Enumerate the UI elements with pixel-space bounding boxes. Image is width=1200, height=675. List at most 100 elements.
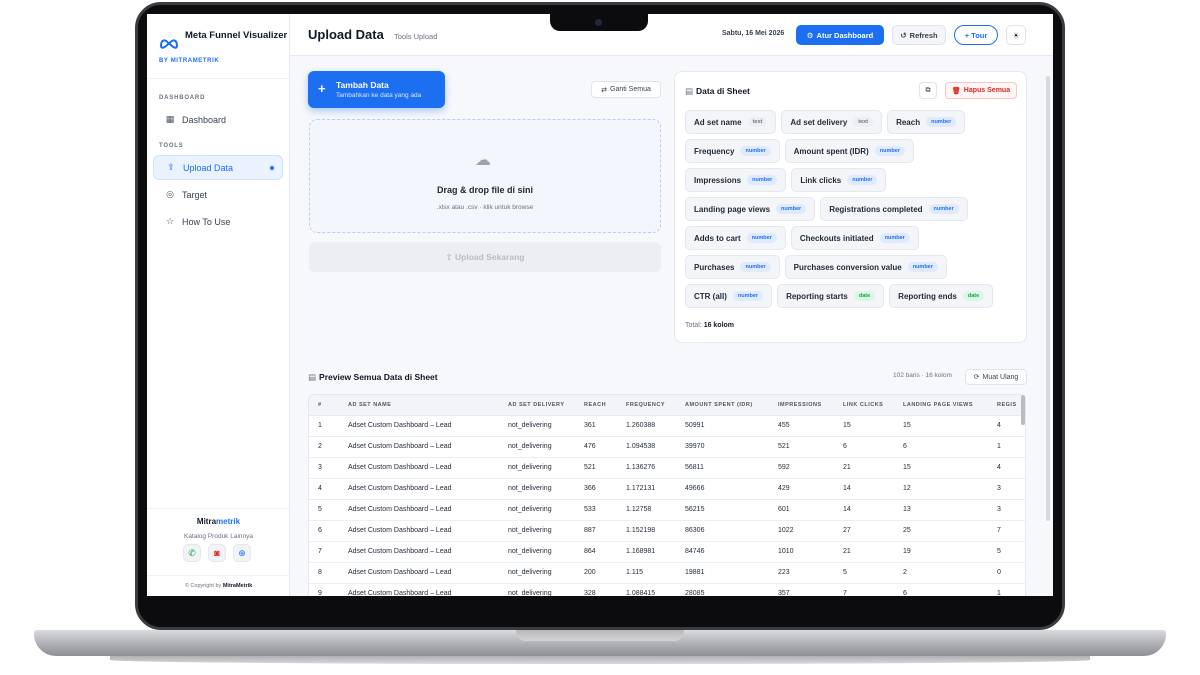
table-cell: 5 (834, 562, 894, 584)
target-icon: ◎ (166, 189, 174, 199)
app-screen: Meta Funnel Visualizer BY MITRAMETRIK DA… (147, 14, 1053, 596)
table-cell: 1.260388 (617, 415, 676, 437)
total-prefix: Total: (685, 322, 702, 329)
table-cell: 357 (769, 583, 834, 596)
column-chip[interactable]: Registrations completed number (820, 197, 968, 221)
column-header[interactable]: IMPRESSIONS (769, 395, 834, 416)
sidebar: Meta Funnel Visualizer BY MITRAMETRIK DA… (147, 14, 290, 596)
social-links: ✆ ◙ ⊕ (183, 544, 251, 562)
column-type-badge: text (747, 117, 768, 127)
add-data-button[interactable]: + Tambah Data Tambahkan ke data yang ada (308, 71, 445, 108)
column-type-badge: number (740, 262, 771, 272)
column-header[interactable]: LINK CLICKS (834, 395, 894, 416)
table-scrollbar[interactable] (1021, 395, 1025, 425)
laptop-shadow (110, 656, 1090, 664)
table-cell: 9 (309, 583, 339, 596)
table-cell: 200 (575, 562, 617, 584)
table-cell: 13 (894, 499, 988, 521)
table-row[interactable]: 9 Adset Custom Dashboard – Lead not_delive… (309, 583, 1025, 596)
globe-icon[interactable]: ⊕ (233, 544, 251, 562)
column-chip-name: Checkouts initiated (799, 233, 874, 243)
column-chip-name: Link clicks (800, 175, 842, 185)
column-header[interactable]: AD SET DELIVERY (499, 395, 575, 416)
column-chip[interactable]: Link clicks number (791, 168, 887, 192)
theme-toggle-sun-icon[interactable]: ☀ (1006, 25, 1026, 45)
column-header[interactable]: LANDING PAGE VIEWS (894, 395, 988, 416)
table-cell: 455 (769, 415, 834, 437)
sidebar-item-target[interactable]: ◎ Target (153, 182, 283, 207)
top-header: Upload Data Tools Upload Sabtu, 16 Mei 2… (290, 14, 1053, 56)
whatsapp-icon[interactable]: ✆ (183, 544, 201, 562)
column-chip[interactable]: Checkouts initiated number (790, 226, 919, 250)
column-chip[interactable]: Reporting ends date (889, 284, 994, 308)
column-header[interactable]: # (309, 395, 339, 416)
reload-button[interactable]: ⟳ Muat Ulang (965, 369, 1027, 385)
table-cell: 1022 (769, 520, 834, 542)
table-cell: 1.094538 (617, 436, 676, 458)
section-label-tools: TOOLS (159, 143, 184, 149)
column-header[interactable]: REACH (575, 395, 617, 416)
sidebar-item-upload-data[interactable]: ⇪ Upload Data (153, 155, 283, 180)
table-cell: 15 (894, 457, 988, 479)
sidebar-item-how-to-use[interactable]: ☆ How To Use (153, 209, 283, 234)
page-scrollbar[interactable] (1046, 76, 1050, 521)
reload-icon: ⟳ (973, 374, 980, 381)
column-chip[interactable]: Amount spent (IDR) number (784, 139, 914, 163)
sidebar-item-dashboard[interactable]: ▦ Dashboard (153, 107, 283, 132)
table-cell: 3 (309, 457, 339, 479)
column-type-badge: number (928, 204, 959, 214)
table-cell: Adset Custom Dashboard – Lead (339, 520, 499, 542)
file-dropzone[interactable]: ☁ Drag & drop file di sini .xlsx atau .c… (309, 119, 661, 233)
atur-dashboard-button[interactable]: ⚙ Atur Dashboard (796, 25, 884, 45)
column-chip[interactable]: Purchases number (685, 255, 780, 279)
tour-button[interactable]: + Tour (954, 25, 998, 45)
column-chip[interactable]: Reporting starts date (777, 284, 885, 308)
table-row[interactable]: 7 Adset Custom Dashboard – Lead not_delive… (309, 541, 1025, 563)
footer-brand-a: Mitra (196, 517, 217, 526)
column-chip[interactable]: Ad set delivery text (781, 110, 883, 134)
table-cell: 25 (894, 520, 988, 542)
table-cell: 86306 (676, 520, 769, 542)
copy-icon[interactable]: ⧉ (919, 82, 937, 99)
column-chip[interactable]: Ad set name text (685, 110, 777, 134)
column-chip[interactable]: CTR (all) number (685, 284, 773, 308)
table-cell: 5 (309, 499, 339, 521)
table-row[interactable]: 3 Adset Custom Dashboard – Lead not_delive… (309, 457, 1025, 479)
table-cell: Adset Custom Dashboard – Lead (339, 457, 499, 479)
column-chip[interactable]: Impressions number (685, 168, 787, 192)
preview-table-container[interactable]: # AD SET NAME AD SET DELIVERY REACH FREQUENC… (308, 394, 1026, 596)
column-header[interactable]: AMOUNT SPENT (IDR) (676, 395, 769, 416)
star-icon: ☆ (165, 216, 175, 226)
table-row[interactable]: 1 Adset Custom Dashboard – Lead not_delive… (309, 415, 1025, 437)
upload-now-button[interactable]: ⇧ Upload Sekarang (309, 242, 661, 272)
column-chip[interactable]: Landing page views number (685, 197, 816, 221)
add-data-subtitle: Tambahkan ke data yang ada (336, 92, 422, 99)
column-total: Total: 16 kolom (685, 322, 734, 329)
column-header[interactable]: AD SET NAME (339, 395, 499, 416)
table-cell: 39970 (676, 436, 769, 458)
table-cell: not_delivering (499, 520, 575, 542)
column-chip[interactable]: Reach number (887, 110, 966, 134)
column-header[interactable]: FREQUENCY (617, 395, 676, 416)
table-cell: 476 (575, 436, 617, 458)
table-row[interactable]: 5 Adset Custom Dashboard – Lead not_delive… (309, 499, 1025, 521)
replace-icon: ⇄ (601, 86, 607, 94)
table-row[interactable]: 8 Adset Custom Dashboard – Lead not_delive… (309, 562, 1025, 584)
table-cell: 7 (988, 520, 1025, 542)
column-type-badge: number (874, 146, 905, 156)
column-chip-name: CTR (all) (694, 291, 727, 301)
column-chip[interactable]: Purchases conversion value number (784, 255, 947, 279)
column-chip[interactable]: Frequency number (685, 139, 780, 163)
table-cell: 2 (894, 562, 988, 584)
refresh-button[interactable]: ↺ Refresh (892, 25, 946, 45)
table-row[interactable]: 6 Adset Custom Dashboard – Lead not_delive… (309, 520, 1025, 542)
column-type-badge: date (853, 291, 876, 301)
delete-all-button[interactable]: 🗑 Hapus Semua (945, 82, 1017, 99)
column-type-badge: number (740, 146, 771, 156)
replace-all-button[interactable]: ⇄ Ganti Semua (591, 81, 661, 98)
table-row[interactable]: 2 Adset Custom Dashboard – Lead not_delive… (309, 436, 1025, 458)
instagram-icon[interactable]: ◙ (208, 544, 226, 562)
column-chip[interactable]: Adds to cart number (685, 226, 786, 250)
column-chip-name: Adds to cart (694, 233, 741, 243)
table-row[interactable]: 4 Adset Custom Dashboard – Lead not_delive… (309, 478, 1025, 500)
